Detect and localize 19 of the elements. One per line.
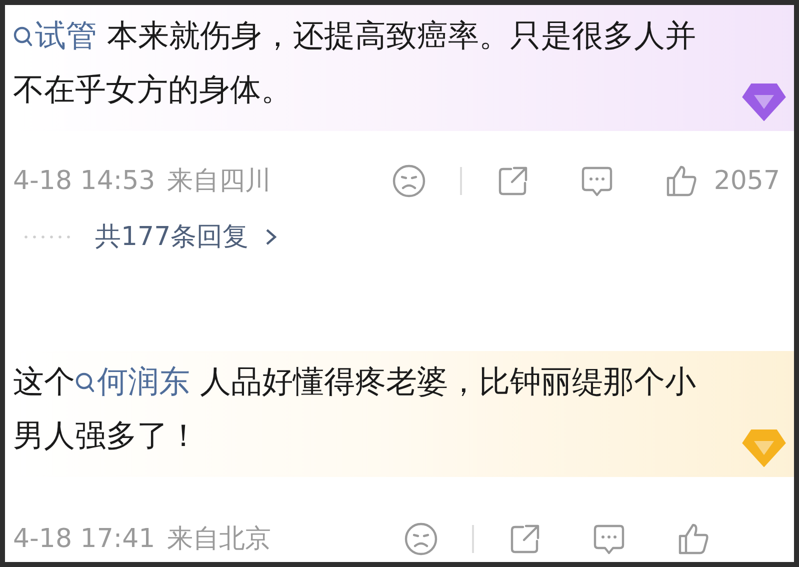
sad-face-icon[interactable]: [392, 164, 426, 198]
sad-face-icon[interactable]: [404, 522, 438, 556]
share-icon[interactable]: [508, 522, 542, 556]
like-count: 2057: [714, 164, 780, 198]
comment-icon[interactable]: [592, 522, 626, 556]
comment-icon[interactable]: [580, 164, 614, 198]
comment-location: 来自四川: [167, 164, 272, 198]
topic-link[interactable]: 何润东: [75, 364, 190, 400]
thumbs-up-icon[interactable]: [676, 522, 710, 556]
topic-link[interactable]: 试管: [13, 18, 97, 54]
comment-location: 来自北京: [167, 522, 272, 556]
comment-text: 试管 本来就伤身，还提高致癌率。只是很多人并不在乎女方的身体。: [13, 17, 697, 110]
search-icon: [75, 372, 95, 394]
comment-text: 这个 何润东 人品好懂得疼老婆，比钟丽缇那个小男人强多了！: [13, 363, 697, 456]
search-icon: [13, 26, 33, 48]
replies-link[interactable]: 共177条回复: [95, 218, 279, 256]
dots-icon: [23, 235, 73, 239]
comment-time: 4-18 14:53: [13, 164, 156, 198]
comment-time: 4-18 17:41: [13, 522, 156, 556]
